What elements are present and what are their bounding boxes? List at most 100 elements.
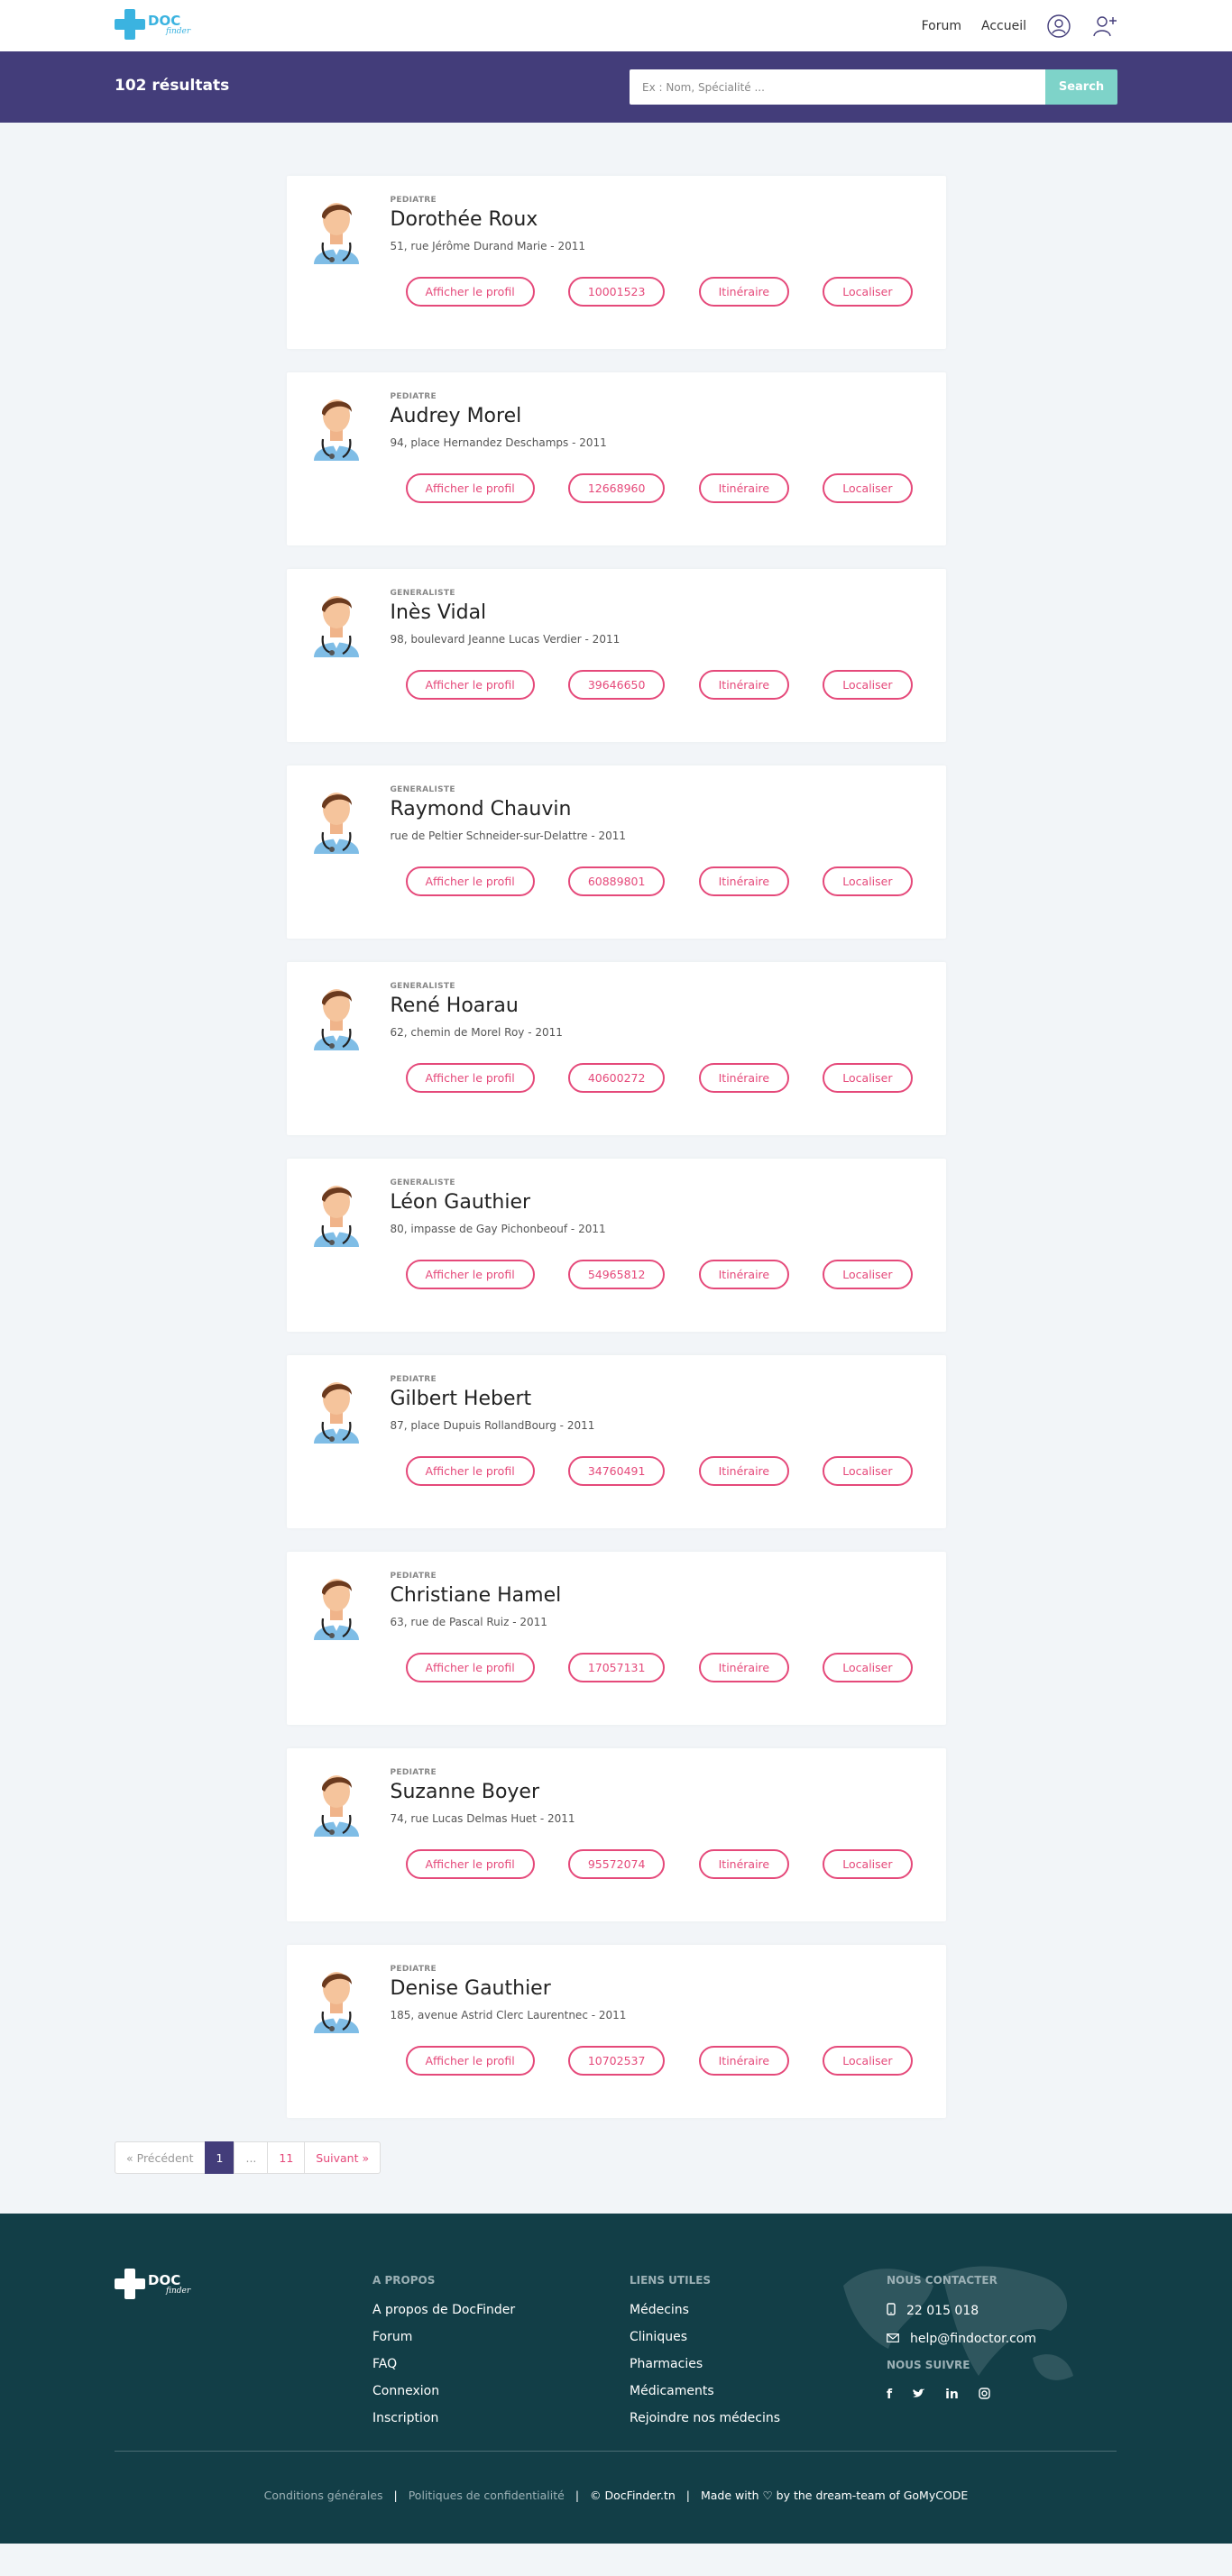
footer-link-doctors[interactable]: Médecins [630, 2303, 780, 2317]
itinerary-button[interactable]: Itinéraire [698, 1456, 790, 1486]
footer-link-medications[interactable]: Médicaments [630, 2384, 780, 2398]
itinerary-button[interactable]: Itinéraire [698, 866, 790, 896]
view-profile-button[interactable]: Afficher le profil [405, 473, 535, 503]
doctor-specialty: GENERALISTE [390, 589, 455, 598]
user-icon[interactable] [1046, 14, 1071, 39]
itinerary-button[interactable]: Itinéraire [698, 1849, 790, 1879]
doctor-card-6: GENERALISTE Léon Gauthier 80, impasse de… [286, 1159, 946, 1332]
footer-terms-link[interactable]: Conditions générales [264, 2489, 383, 2502]
search-form: Search [630, 69, 1117, 105]
view-profile-button[interactable]: Afficher le profil [405, 1653, 535, 1682]
itinerary-button[interactable]: Itinéraire [698, 670, 790, 700]
nav-home-link[interactable]: Accueil [981, 19, 1026, 33]
phone-button[interactable]: 54965812 [567, 1260, 666, 1289]
footer-separator: | [393, 2489, 398, 2502]
search-input[interactable] [630, 69, 1045, 105]
footer-link-join[interactable]: Rejoindre nos médecins [630, 2411, 780, 2425]
footer-about-title: A PROPOS [372, 2274, 436, 2287]
itinerary-button[interactable]: Itinéraire [698, 1260, 790, 1289]
linkedin-icon[interactable]: in [945, 2388, 959, 2403]
doctor-specialty: PEDIATRE [390, 392, 437, 401]
footer-link-login[interactable]: Connexion [372, 2384, 515, 2398]
itinerary-button[interactable]: Itinéraire [698, 277, 790, 307]
footer-useful-title: LIENS UTILES [630, 2274, 712, 2287]
locate-button[interactable]: Localiser [823, 1653, 913, 1682]
logo[interactable]: DOC finder [115, 9, 190, 40]
phone-button[interactable]: 60889801 [567, 866, 666, 896]
locate-button[interactable]: Localiser [823, 1063, 913, 1093]
phone-button[interactable]: 10001523 [567, 277, 666, 307]
doctor-card-1: PEDIATRE Dorothée Roux 51, rue Jérôme Du… [286, 176, 946, 349]
doctor-card-2: PEDIATRE Audrey Morel 94, place Hernande… [286, 372, 946, 545]
locate-button[interactable]: Localiser [823, 1849, 913, 1879]
footer-copyright: © DocFinder.tn [590, 2489, 676, 2502]
add-user-icon[interactable] [1091, 14, 1117, 39]
results-count: 102 résultats [115, 77, 230, 95]
footer-separator: | [685, 2489, 690, 2502]
itinerary-button[interactable]: Itinéraire [698, 1653, 790, 1682]
pagination-page-last[interactable]: 11 [267, 2141, 306, 2174]
locate-button[interactable]: Localiser [823, 1456, 913, 1486]
itinerary-button[interactable]: Itinéraire [698, 473, 790, 503]
phone-button[interactable]: 95572074 [567, 1849, 666, 1879]
phone-button[interactable]: 34760491 [567, 1456, 666, 1486]
doctor-card-9: PEDIATRE Suzanne Boyer 74, rue Lucas Del… [286, 1748, 946, 1921]
pagination-prev[interactable]: « Précédent [115, 2141, 206, 2174]
footer-follow-title: NOUS SUIVRE [887, 2359, 970, 2371]
doctor-actions: Afficher le profil 10001523 Itinéraire L… [405, 277, 913, 307]
footer-link-clinics[interactable]: Cliniques [630, 2330, 780, 2344]
footer-link-forum[interactable]: Forum [372, 2330, 515, 2344]
pagination-next[interactable]: Suivant » [304, 2141, 382, 2174]
doctor-actions: Afficher le profil 54965812 Itinéraire L… [405, 1260, 913, 1289]
facebook-icon[interactable]: f [887, 2388, 892, 2403]
doctor-actions: Afficher le profil 34760491 Itinéraire L… [405, 1456, 913, 1486]
footer-phone-row: 22 015 018 [887, 2303, 1036, 2319]
footer-link-pharmacies[interactable]: Pharmacies [630, 2357, 780, 2371]
view-profile-button[interactable]: Afficher le profil [405, 1849, 535, 1879]
locate-button[interactable]: Localiser [823, 670, 913, 700]
doctor-avatar-icon [305, 585, 368, 657]
phone-button[interactable]: 17057131 [567, 1653, 666, 1682]
footer: DOC finder A PROPOS A propos de DocFinde… [0, 2214, 1232, 2544]
footer-phone[interactable]: 22 015 018 [906, 2304, 979, 2318]
footer-link-signup[interactable]: Inscription [372, 2411, 515, 2425]
phone-button[interactable]: 10702537 [567, 2046, 666, 2076]
pagination-page-current[interactable]: 1 [204, 2141, 235, 2174]
doctor-name: Dorothée Roux [390, 208, 538, 231]
view-profile-button[interactable]: Afficher le profil [405, 1260, 535, 1289]
itinerary-button[interactable]: Itinéraire [698, 1063, 790, 1093]
phone-button[interactable]: 39646650 [567, 670, 666, 700]
locate-button[interactable]: Localiser [823, 277, 913, 307]
footer-logo-text: DOC [148, 2271, 181, 2288]
locate-button[interactable]: Localiser [823, 866, 913, 896]
footer-logo[interactable]: DOC finder [115, 2269, 190, 2299]
view-profile-button[interactable]: Afficher le profil [405, 1456, 535, 1486]
footer-link-about[interactable]: A propos de DocFinder [372, 2303, 515, 2317]
doctor-avatar-icon [305, 1961, 368, 2033]
view-profile-button[interactable]: Afficher le profil [405, 866, 535, 896]
footer-logo-subtext: finder [166, 2286, 191, 2296]
twitter-icon[interactable] [912, 2388, 925, 2403]
view-profile-button[interactable]: Afficher le profil [405, 1063, 535, 1093]
footer-contact-column: NOUS CONTACTER 22 015 018 help@findoctor… [887, 2274, 1036, 2403]
view-profile-button[interactable]: Afficher le profil [405, 670, 535, 700]
doctor-address: 94, place Hernandez Deschamps - 2011 [390, 436, 607, 449]
doctor-specialty: PEDIATRE [390, 1375, 437, 1384]
instagram-icon[interactable] [979, 2388, 990, 2403]
locate-button[interactable]: Localiser [823, 473, 913, 503]
view-profile-button[interactable]: Afficher le profil [405, 277, 535, 307]
logo-subtext: finder [166, 26, 191, 36]
doctor-actions: Afficher le profil 12668960 Itinéraire L… [405, 473, 913, 503]
footer-email[interactable]: help@findoctor.com [910, 2332, 1036, 2346]
view-profile-button[interactable]: Afficher le profil [405, 2046, 535, 2076]
phone-button[interactable]: 12668960 [567, 473, 666, 503]
search-button[interactable]: Search [1045, 69, 1117, 105]
footer-link-faq[interactable]: FAQ [372, 2357, 515, 2371]
phone-button[interactable]: 40600272 [567, 1063, 666, 1093]
doctor-name: Audrey Morel [390, 405, 522, 427]
nav-forum-link[interactable]: Forum [922, 19, 961, 33]
footer-privacy-link[interactable]: Politiques de confidentialité [409, 2489, 565, 2502]
itinerary-button[interactable]: Itinéraire [698, 2046, 790, 2076]
locate-button[interactable]: Localiser [823, 1260, 913, 1289]
locate-button[interactable]: Localiser [823, 2046, 913, 2076]
